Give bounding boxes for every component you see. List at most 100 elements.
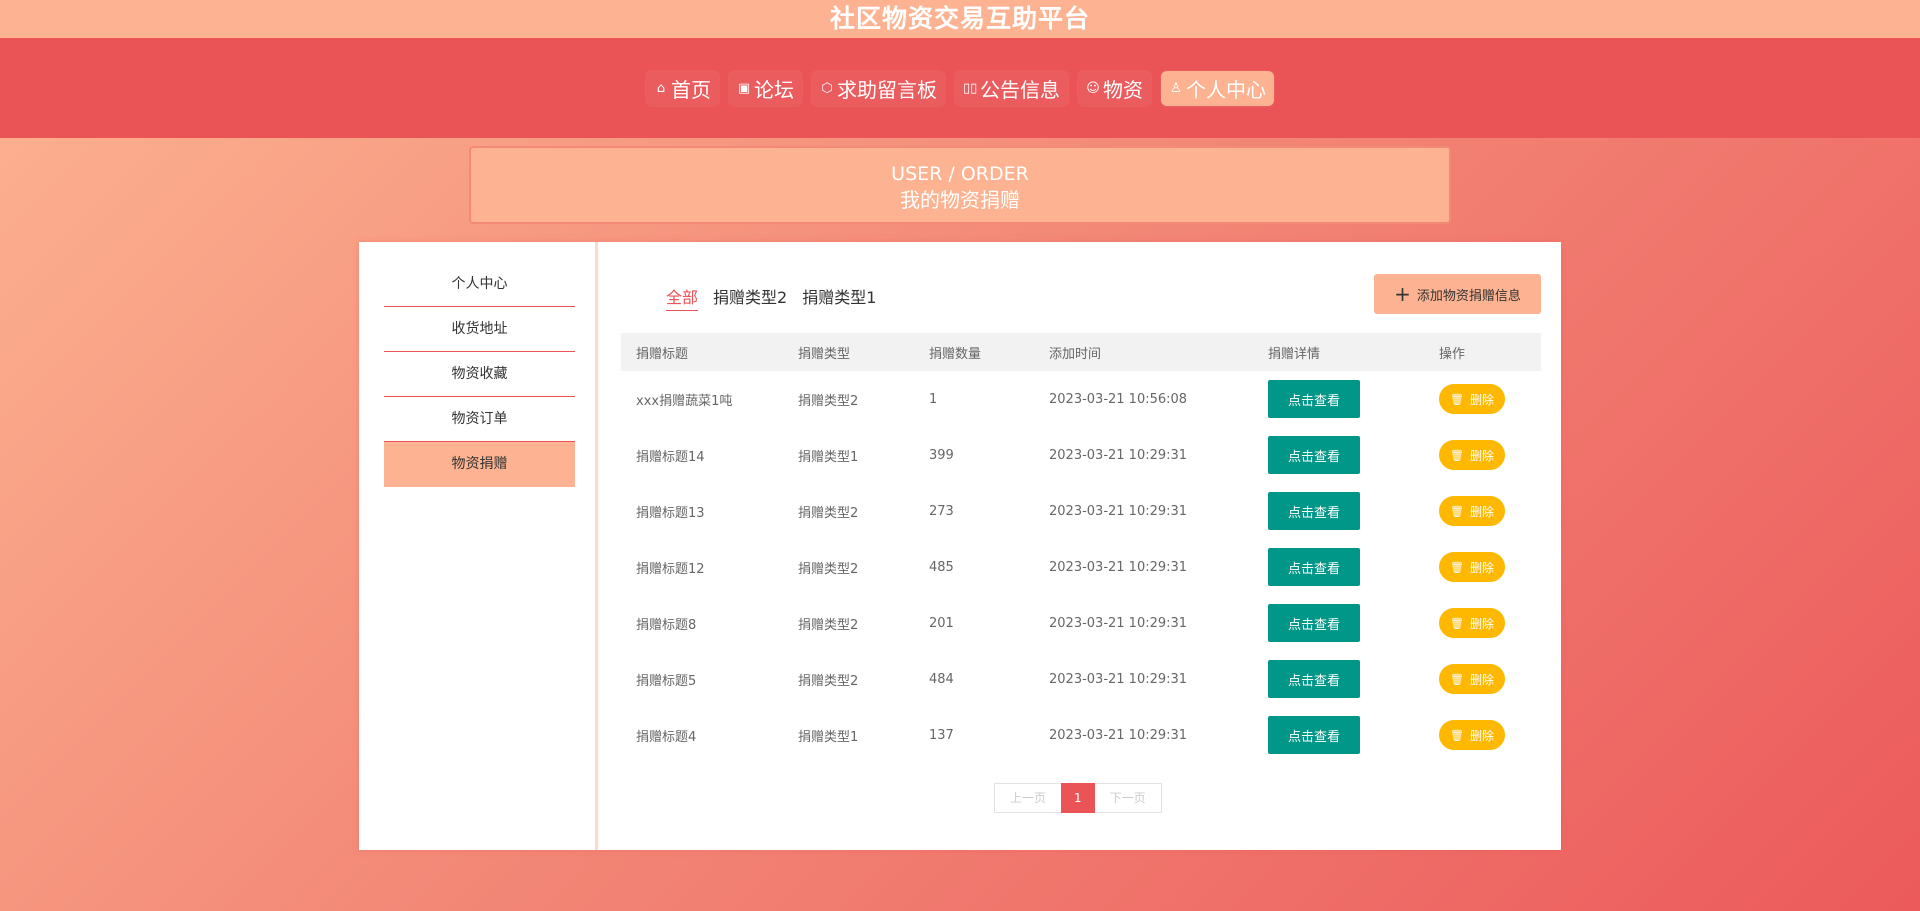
table-row: 捐赠标题13 捐赠类型2 273 2023-03-21 10:29:31 点击查… <box>621 483 1541 539</box>
delete-label: 删除 <box>1469 728 1494 743</box>
column-header: 捐赠类型 <box>798 346 851 362</box>
cell-details: 点击查看 <box>1268 660 1439 698</box>
column-header: 捐赠标题 <box>636 346 689 362</box>
nav-item-user-center[interactable]: ♙ 个人中心 <box>1161 70 1274 106</box>
view-details-button[interactable]: 点击查看 <box>1268 716 1360 754</box>
delete-label: 删除 <box>1469 672 1494 687</box>
donation-table: 捐赠标题 捐赠类型 捐赠数量 添加时间 捐赠详情 操作 xxx捐赠蔬菜1吨 捐赠… <box>621 333 1541 763</box>
cell-type: 捐赠类型2 <box>798 617 859 633</box>
current-page[interactable]: 1 <box>1061 783 1095 813</box>
view-details-button[interactable]: 点击查看 <box>1268 604 1360 642</box>
page-title: 我的物资捐赠 <box>900 188 1020 212</box>
sidebar: 个人中心 收货地址 物资收藏 物资订单 物资捐赠 <box>359 242 598 850</box>
view-details-button[interactable]: 点击查看 <box>1268 380 1360 418</box>
view-details-button[interactable]: 点击查看 <box>1268 548 1360 586</box>
column-header: 捐赠详情 <box>1268 346 1321 362</box>
next-page-button[interactable]: 下一页 <box>1094 783 1162 813</box>
cell-actions: 🗑 删除 <box>1439 608 1541 638</box>
cell-quantity: 484 <box>929 671 954 687</box>
cell-time: 2023-03-21 10:29:31 <box>1049 503 1188 519</box>
cell-type: 捐赠类型1 <box>798 729 859 745</box>
banner-subtitle: USER / ORDER <box>891 163 1029 185</box>
cell-time: 2023-03-21 10:29:31 <box>1049 559 1188 575</box>
table-row: 捐赠标题4 捐赠类型1 137 2023-03-21 10:29:31 点击查看… <box>621 707 1541 763</box>
delete-label: 删除 <box>1469 448 1494 463</box>
delete-button[interactable]: 🗑 删除 <box>1439 440 1505 470</box>
sidebar-item-orders[interactable]: 物资订单 <box>384 397 575 442</box>
tab-type-1[interactable]: 捐赠类型1 <box>802 284 876 311</box>
tab-type-2[interactable]: 捐赠类型2 <box>713 284 787 311</box>
cell-type: 捐赠类型2 <box>798 505 859 521</box>
main-content: 全部 捐赠类型2 捐赠类型1 + 添加物资捐赠信息 捐赠标题 捐赠类型 捐赠数量… <box>621 242 1541 850</box>
trash-icon: 🗑 <box>1450 672 1464 686</box>
nav-item-announcements[interactable]: ▯▯ 公告信息 <box>955 70 1068 106</box>
delete-button[interactable]: 🗑 删除 <box>1439 384 1505 414</box>
cell-details: 点击查看 <box>1268 604 1439 642</box>
cell-actions: 🗑 删除 <box>1439 496 1541 526</box>
trash-icon: 🗑 <box>1450 616 1464 630</box>
cell-quantity: 201 <box>929 615 954 631</box>
view-details-button[interactable]: 点击查看 <box>1268 436 1360 474</box>
cube-icon: ⬡ <box>821 80 833 96</box>
plus-icon: + <box>1394 282 1411 306</box>
cell-quantity: 1 <box>929 391 938 407</box>
nav-item-label: 首页 <box>671 77 711 102</box>
cell-quantity: 485 <box>929 559 954 575</box>
cell-time: 2023-03-21 10:56:08 <box>1049 391 1188 407</box>
nav-item-label: 物资 <box>1103 77 1143 102</box>
cell-details: 点击查看 <box>1268 716 1439 754</box>
nav-item-home[interactable]: ⌂ 首页 <box>646 70 719 106</box>
table-row: 捐赠标题14 捐赠类型1 399 2023-03-21 10:29:31 点击查… <box>621 427 1541 483</box>
cell-actions: 🗑 删除 <box>1439 552 1541 582</box>
delete-button[interactable]: 🗑 删除 <box>1439 552 1505 582</box>
sidebar-menu: 个人中心 收货地址 物资收藏 物资订单 物资捐赠 <box>384 262 575 487</box>
add-donation-label: 添加物资捐赠信息 <box>1416 288 1521 304</box>
sidebar-item-user-center[interactable]: 个人中心 <box>384 262 575 307</box>
delete-button[interactable]: 🗑 删除 <box>1439 664 1505 694</box>
delete-button[interactable]: 🗑 删除 <box>1439 496 1505 526</box>
table-row: 捐赠标题12 捐赠类型2 485 2023-03-21 10:29:31 点击查… <box>621 539 1541 595</box>
nav-item-help-board[interactable]: ⬡ 求助留言板 <box>812 70 945 106</box>
delete-button[interactable]: 🗑 删除 <box>1439 608 1505 638</box>
sidebar-item-donations[interactable]: 物资捐赠 <box>384 442 575 487</box>
cell-title: 捐赠标题8 <box>636 617 697 633</box>
cell-title: 捐赠标题12 <box>636 561 705 577</box>
user-icon: ♙ <box>1170 80 1182 96</box>
cell-quantity: 399 <box>929 447 954 463</box>
nav-item-forum[interactable]: ▣ 论坛 <box>729 70 802 106</box>
cell-details: 点击查看 <box>1268 492 1439 530</box>
column-header: 捐赠数量 <box>929 346 982 362</box>
delete-button[interactable]: 🗑 删除 <box>1439 720 1505 750</box>
trash-icon: 🗑 <box>1450 448 1464 462</box>
cell-details: 点击查看 <box>1268 380 1439 418</box>
view-details-button[interactable]: 点击查看 <box>1268 492 1360 530</box>
site-title: 社区物资交易互助平台 <box>829 4 1090 33</box>
cell-actions: 🗑 删除 <box>1439 440 1541 470</box>
cell-actions: 🗑 删除 <box>1439 720 1541 750</box>
cell-time: 2023-03-21 10:29:31 <box>1049 615 1188 631</box>
view-details-button[interactable]: 点击查看 <box>1268 660 1360 698</box>
trash-icon: 🗑 <box>1450 504 1464 518</box>
cell-actions: 🗑 删除 <box>1439 384 1541 414</box>
sidebar-item-address[interactable]: 收货地址 <box>384 307 575 352</box>
cell-title: 捐赠标题13 <box>636 505 705 521</box>
column-header: 操作 <box>1439 346 1466 362</box>
cell-actions: 🗑 删除 <box>1439 664 1541 694</box>
cell-type: 捐赠类型2 <box>798 393 859 409</box>
cell-time: 2023-03-21 10:29:31 <box>1049 727 1188 743</box>
add-donation-button[interactable]: + 添加物资捐赠信息 <box>1374 274 1541 314</box>
cell-quantity: 137 <box>929 727 954 743</box>
cell-time: 2023-03-21 10:29:31 <box>1049 671 1188 687</box>
cell-title: 捐赠标题5 <box>636 673 697 689</box>
cell-details: 点击查看 <box>1268 548 1439 586</box>
trash-icon: 🗑 <box>1450 728 1464 742</box>
nav-item-label: 公告信息 <box>980 77 1060 102</box>
prev-page-button[interactable]: 上一页 <box>994 783 1062 813</box>
table-row: 捐赠标题5 捐赠类型2 484 2023-03-21 10:29:31 点击查看… <box>621 651 1541 707</box>
nav-item-goods[interactable]: ☺ 物资 <box>1078 70 1151 106</box>
delete-label: 删除 <box>1469 392 1494 407</box>
main-nav: ⌂ 首页 ▣ 论坛 ⬡ 求助留言板 ▯▯ 公告信息 ☺ 物资 ♙ 个人中心 <box>0 38 1920 138</box>
tab-all[interactable]: 全部 <box>666 284 699 311</box>
sidebar-item-favorites[interactable]: 物资收藏 <box>384 352 575 397</box>
cell-type: 捐赠类型1 <box>798 449 859 465</box>
